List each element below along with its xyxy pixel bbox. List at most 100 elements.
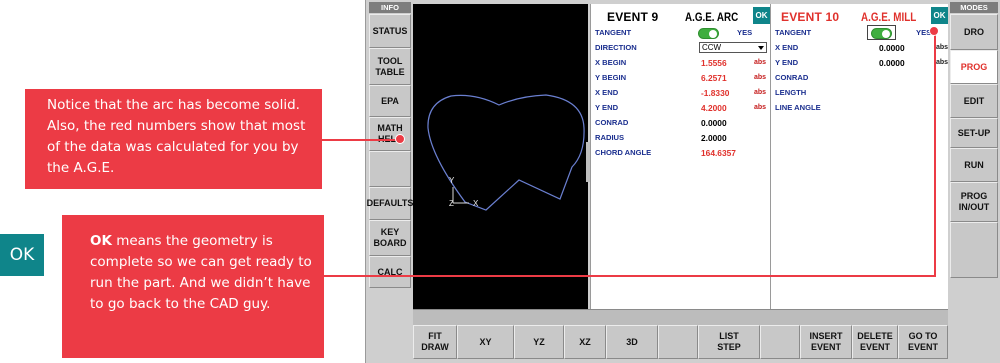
direction-label: DIRECTION [595, 43, 637, 52]
event10-panel[interactable]: EVENT 10 A.G.E. MILL OK TANGENT YES X EN… [770, 4, 948, 309]
field-value[interactable]: 6.2571 [701, 72, 727, 84]
toolbar-button-label: LIST STEP [717, 331, 741, 352]
toolbar-button-7[interactable] [760, 325, 800, 359]
toolbar-button-label: YZ [533, 336, 545, 347]
info-button-2[interactable]: EPA [369, 85, 411, 117]
tangent-label: TANGENT [595, 28, 632, 37]
event9-field-row: X END -1.8330 abs [595, 87, 769, 99]
field-label: CONRAD [595, 118, 629, 127]
ok-note-callout: OK means the geometry is complete so we … [62, 215, 324, 358]
info-button-1[interactable]: TOOL TABLE [369, 48, 411, 85]
ok-note-bold: OK [90, 233, 112, 249]
field-label: CONRAD [775, 73, 809, 82]
field-value[interactable]: 0.0000 [879, 57, 905, 69]
mode-button-5[interactable]: PROG IN/OUT [950, 182, 998, 222]
event9-field-row: Y BEGIN 6.2571 abs [595, 72, 769, 84]
event10-field-row: LENGTH [775, 87, 949, 99]
info-button-7[interactable]: CALC [369, 256, 411, 288]
field-unit: abs [754, 59, 767, 66]
event9-field-row: Y END 4.2000 abs [595, 102, 769, 114]
callout2-connector-v [934, 30, 936, 277]
toolbar-button-label: FIT DRAW [421, 331, 449, 352]
toolbar-button-label: DELETE EVENT [857, 331, 893, 352]
event10-field-row: CONRAD [775, 72, 949, 84]
ok-badge-text: OK [9, 245, 35, 265]
field-value[interactable]: -1.8330 [701, 87, 729, 99]
info-button-0[interactable]: STATUS [369, 14, 411, 48]
toolbar-button-label: XY [479, 336, 492, 347]
event9-field-row: CHORD ANGLE 164.6357 [595, 147, 769, 159]
event10-type: A.G.E. MILL [861, 10, 917, 24]
field-value[interactable]: 164.6357 [701, 147, 736, 159]
event9-tangent-toggle[interactable] [698, 28, 719, 39]
field-unit: abs [754, 104, 767, 111]
tangent-value: YES [737, 28, 753, 37]
axis-y-label: Y [449, 176, 455, 185]
toolbar-button-0[interactable]: FIT DRAW [413, 325, 457, 359]
direction-select[interactable]: CCW [699, 42, 767, 53]
field-label: LENGTH [775, 88, 807, 97]
toolbar-button-3[interactable]: XZ [564, 325, 606, 359]
field-label: X END [595, 88, 619, 97]
field-value[interactable]: 0.0000 [701, 117, 727, 129]
field-value[interactable]: 1.5556 [701, 57, 727, 69]
toolbar-button-6[interactable]: LIST STEP [698, 325, 760, 359]
toolbar-button-8[interactable]: INSERT EVENT [800, 325, 852, 359]
toolbar-button-10[interactable]: GO TO EVENT [898, 325, 948, 359]
field-unit: abs [936, 59, 949, 66]
field-value[interactable]: 2.0000 [701, 132, 727, 144]
direction-value: CCW [702, 43, 722, 52]
event10-ok-badge: OK [931, 7, 948, 24]
event9-field-row: RADIUS 2.0000 [595, 132, 769, 144]
tangent-label: TANGENT [775, 28, 812, 37]
info-button-3[interactable]: MATH HELP [369, 117, 411, 151]
info-button-6[interactable]: KEY BOARD [369, 220, 411, 256]
status-strip [413, 309, 948, 325]
toolbar-button-2[interactable]: YZ [514, 325, 564, 359]
field-label: Y BEGIN [595, 73, 627, 82]
field-unit: abs [936, 44, 949, 51]
event9-panel[interactable]: EVENT 9 A.G.E. ARC OK TANGENT YES DIRECT… [590, 4, 770, 309]
mode-button-2[interactable]: EDIT [950, 84, 998, 118]
event9-title: EVENT 9 [607, 10, 659, 24]
field-value[interactable]: 0.0000 [879, 42, 905, 54]
event10-tangent-toggle[interactable] [871, 28, 892, 39]
toolbar-button-5[interactable] [658, 325, 698, 359]
axis-x-label: X [473, 199, 479, 208]
toolbar-button-label: XZ [579, 336, 591, 347]
info-header: INFO [369, 2, 411, 13]
field-unit: abs [754, 89, 767, 96]
event10-title: EVENT 10 [781, 10, 840, 24]
toolbar-button-9[interactable]: DELETE EVENT [852, 325, 898, 359]
info-button-5[interactable]: DEFAULTS [366, 187, 414, 220]
callout1-pointer-dot [395, 134, 405, 144]
event10-field-row: LINE ANGLE [775, 102, 949, 114]
toolbar-button-1[interactable]: XY [457, 325, 514, 359]
info-button-label: STATUS [372, 25, 408, 36]
field-label: Y END [595, 103, 619, 112]
info-button-4[interactable] [369, 151, 411, 187]
info-button-label: KEY BOARD [373, 227, 407, 248]
event9-field-row: X BEGIN 1.5556 abs [595, 57, 769, 69]
arc-note-text: Notice that the arc has become solid. Al… [47, 97, 306, 176]
callout2-connector-h [324, 275, 936, 277]
mode-button-3[interactable]: SET-UP [950, 118, 998, 148]
tutorial-slide: Notice that the arc has become solid. Al… [0, 0, 1000, 363]
field-label: RADIUS [595, 133, 625, 142]
info-button-label: TOOL TABLE [375, 55, 405, 77]
mode-button-4[interactable]: RUN [950, 148, 998, 182]
mode-button-6[interactable] [950, 222, 998, 278]
mode-button-1[interactable]: PROG [950, 50, 998, 84]
info-button-label: DEFAULTS [366, 198, 414, 208]
ok-note-text: means the geometry is complete so we can… [90, 233, 312, 312]
drawing-viewport[interactable]: Y Z X [413, 4, 588, 309]
toolbar-button-4[interactable]: 3D [606, 325, 658, 359]
mode-button-label: SET-UP [957, 127, 991, 138]
event10-field-row: Y END 0.0000 abs [775, 57, 949, 69]
mode-button-0[interactable]: DRO [950, 14, 998, 50]
mode-button-label: EDIT [963, 95, 985, 106]
field-value[interactable]: 4.2000 [701, 102, 727, 114]
field-label: X END [775, 43, 799, 52]
field-label: X BEGIN [595, 58, 627, 67]
chevron-down-icon [758, 46, 764, 50]
